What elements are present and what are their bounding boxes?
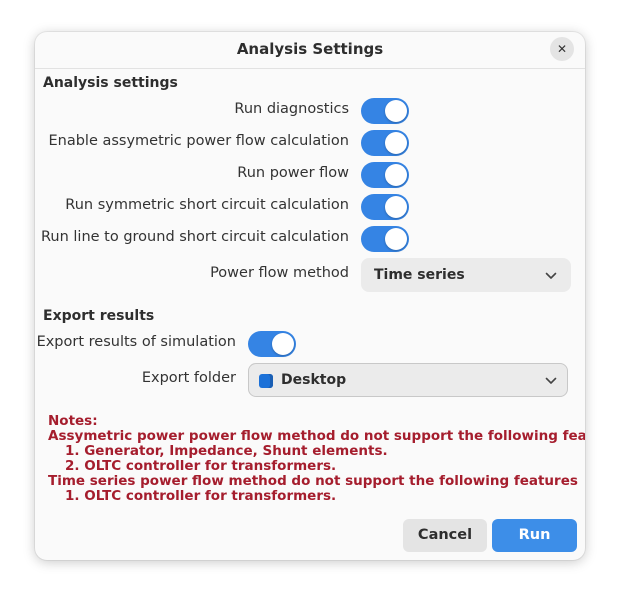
- run-power-flow-toggle[interactable]: [361, 162, 409, 188]
- chevron-down-icon: [545, 272, 557, 279]
- run-diagnostics-toggle[interactable]: [361, 98, 409, 124]
- notes-line: Assymetric power power flow method do no…: [48, 428, 585, 444]
- power-flow-method-value: Time series: [374, 267, 465, 283]
- export-folder-chooser[interactable]: Desktop: [248, 363, 568, 397]
- notes-heading: Notes:: [48, 413, 98, 429]
- run-diagnostics-label: Run diagnostics: [234, 101, 349, 117]
- assymetric-power-flow-toggle[interactable]: [361, 130, 409, 156]
- symmetric-short-circuit-toggle[interactable]: [361, 194, 409, 220]
- notes-line: 1. Generator, Impedance, Shunt elements.: [65, 443, 388, 459]
- assymetric-power-flow-label: Enable assymetric power flow calculation: [48, 133, 349, 149]
- notes-line: 1. OLTC controller for transformers.: [65, 488, 337, 504]
- line-to-ground-short-circuit-label: Run line to ground short circuit calcula…: [40, 229, 349, 245]
- toggle-knob: [272, 333, 294, 355]
- analysis-settings-dialog: Analysis Settings ✕ Analysis settings Ru…: [35, 32, 585, 560]
- notes-line: Time series power flow method do not sup…: [48, 473, 578, 489]
- titlebar: Analysis Settings ✕: [35, 32, 585, 68]
- chevron-down-icon: [545, 377, 557, 384]
- toggle-knob: [385, 164, 407, 186]
- export-results-toggle[interactable]: [248, 331, 296, 357]
- toggle-knob: [385, 228, 407, 250]
- toggle-knob: [385, 132, 407, 154]
- run-button[interactable]: Run: [492, 519, 577, 552]
- analysis-settings-heading: Analysis settings: [43, 75, 178, 91]
- titlebar-divider: [35, 68, 585, 69]
- dialog-title: Analysis Settings: [236, 40, 384, 58]
- power-flow-method-label: Power flow method: [210, 265, 349, 281]
- export-folder-label: Export folder: [141, 370, 236, 386]
- close-icon: ✕: [556, 42, 568, 56]
- close-button[interactable]: ✕: [550, 37, 574, 61]
- toggle-knob: [385, 100, 407, 122]
- notes-block: Notes: Assymetric power power flow metho…: [48, 414, 585, 504]
- symmetric-short-circuit-label: Run symmetric short circuit calculation: [65, 197, 349, 213]
- toggle-knob: [385, 196, 407, 218]
- notes-line: 2. OLTC controller for transformers.: [65, 458, 337, 474]
- export-folder-value: Desktop: [281, 372, 347, 388]
- power-flow-method-dropdown[interactable]: Time series: [361, 258, 571, 292]
- folder-icon: [259, 374, 273, 388]
- export-results-label: Export results of simulation: [36, 334, 236, 350]
- cancel-button[interactable]: Cancel: [403, 519, 487, 552]
- line-to-ground-short-circuit-toggle[interactable]: [361, 226, 409, 252]
- export-results-heading: Export results: [43, 308, 155, 324]
- run-power-flow-label: Run power flow: [237, 165, 349, 181]
